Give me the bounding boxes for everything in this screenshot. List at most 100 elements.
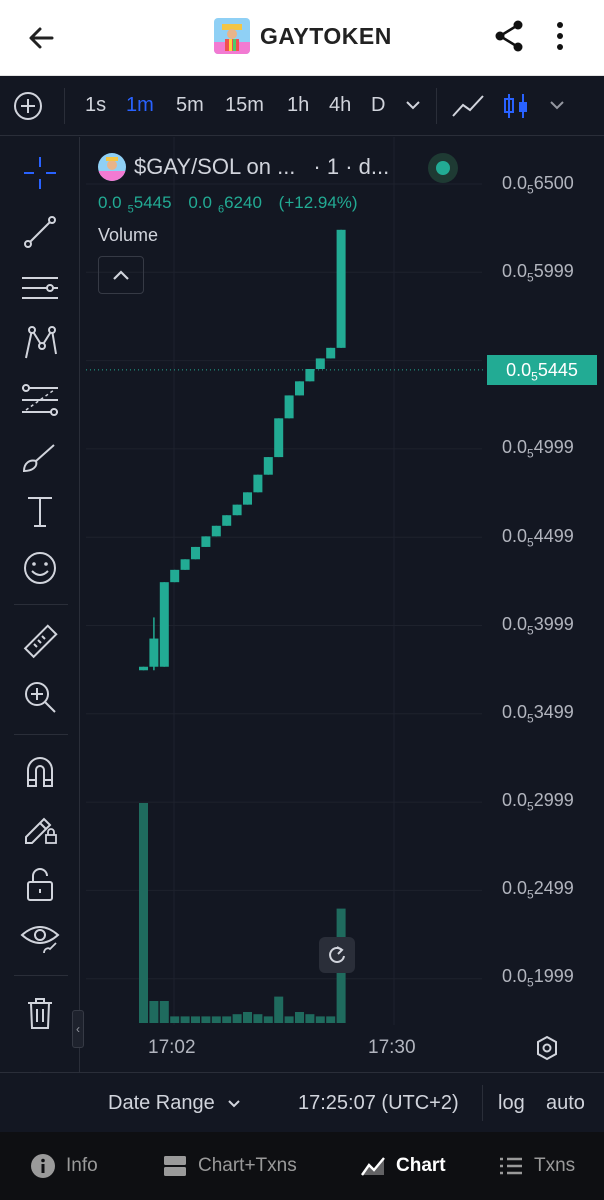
interval-1s[interactable]: 1s — [85, 94, 106, 117]
last-price: 0.0 55445 — [98, 193, 172, 216]
reset-chart-button[interactable] — [319, 937, 355, 973]
y-tick-label: 0.056500 — [502, 173, 574, 197]
chart-toolbar: 1s 1m 5m 15m 1h 4h D — [0, 76, 604, 136]
y-tick-label: 0.054499 — [502, 526, 574, 550]
candle — [211, 525, 221, 537]
y-tick-label: 0.053499 — [502, 702, 574, 726]
price-change: 0.0 66240 — [188, 193, 262, 216]
collapse-legend-button[interactable] — [98, 256, 144, 295]
arrow-left-icon[interactable] — [22, 18, 62, 58]
nav-txns[interactable]: Txns — [498, 1132, 575, 1200]
y-tick-label: 0.052499 — [502, 878, 574, 902]
y-tick-label: 0.052999 — [502, 790, 574, 814]
unlock-icon[interactable] — [20, 864, 60, 904]
horizontal-lines-icon[interactable] — [20, 268, 60, 308]
share-icon[interactable] — [490, 16, 530, 56]
change-percent: (+12.94%) — [278, 193, 358, 212]
x-tick-label: 17:30 — [368, 1037, 416, 1058]
volume-bar — [159, 1001, 169, 1023]
toolbar-divider — [436, 88, 437, 124]
price-chart[interactable]: $GAY/SOL on ... · 1 · d... 0.0 55445 0.0 6… — [86, 137, 604, 1072]
volume-bar — [139, 803, 148, 1023]
ruler-icon[interactable] — [20, 622, 60, 662]
candle — [139, 666, 148, 671]
volume-bar — [243, 1012, 252, 1023]
fib-retracement-icon[interactable] — [20, 380, 60, 420]
candle — [159, 582, 169, 667]
candle — [263, 457, 273, 475]
live-status-icon — [428, 153, 458, 183]
volume-bar — [211, 1016, 221, 1023]
token-logo-icon — [214, 18, 250, 54]
candle — [170, 569, 180, 583]
chevron-down-icon[interactable] — [546, 94, 568, 116]
candle — [222, 515, 232, 526]
chevron-up-icon — [113, 270, 129, 281]
timezone-clock[interactable]: 17:25:07 (UTC+2) — [298, 1092, 459, 1115]
volume-bar — [222, 1016, 232, 1023]
date-range-button[interactable]: Date Range — [108, 1092, 215, 1115]
ohlc-values: 0.0 55445 0.0 66240 (+12.94%) — [98, 193, 389, 215]
candle — [232, 504, 242, 516]
tools-divider — [14, 975, 68, 976]
more-vertical-icon[interactable] — [546, 16, 574, 56]
tools-divider — [14, 734, 68, 735]
nav-chart-txns[interactable]: Chart+Txns — [162, 1132, 297, 1200]
trash-icon[interactable] — [20, 993, 60, 1033]
y-tick-label: 0.051999 — [502, 966, 574, 990]
candle — [274, 418, 284, 458]
brush-icon[interactable] — [20, 437, 60, 477]
lock-drawing-icon[interactable] — [20, 807, 60, 847]
pair-name[interactable]: $GAY/SOL on ... — [134, 154, 295, 180]
chevron-down-icon[interactable] — [402, 94, 424, 116]
bottom-navigation: Info Chart+Txns Chart Txns — [0, 1132, 604, 1200]
reset-icon — [329, 946, 345, 963]
emoji-icon[interactable] — [20, 548, 60, 588]
trend-line-icon[interactable] — [20, 212, 60, 252]
legend-interval: · 1 · d... — [313, 154, 390, 179]
magnet-icon[interactable] — [20, 752, 60, 792]
eye-icon[interactable] — [20, 917, 60, 957]
token-avatar-icon — [98, 153, 126, 181]
auto-scale-toggle[interactable]: auto — [546, 1092, 585, 1115]
candle — [253, 474, 263, 493]
pattern-icon[interactable] — [20, 324, 60, 364]
interval-d[interactable]: D — [371, 94, 385, 117]
tools-divider — [14, 604, 68, 605]
page-title: GAYTOKEN — [260, 22, 392, 49]
volume-bar — [180, 1016, 190, 1023]
zoom-in-icon[interactable] — [20, 677, 60, 717]
volume-bar — [191, 1016, 200, 1023]
chevron-down-icon[interactable] — [226, 1095, 242, 1111]
current-price-tag: 0.055445 — [487, 355, 597, 385]
volume-bar — [253, 1014, 263, 1023]
line-chart-icon[interactable] — [450, 88, 486, 124]
interval-4h[interactable]: 4h — [329, 94, 351, 117]
volume-bar — [284, 1016, 294, 1023]
candle — [326, 347, 336, 359]
volume-bar — [170, 1016, 180, 1023]
drawing-toolbar — [0, 137, 80, 1100]
candles-icon[interactable] — [498, 88, 534, 124]
settings-icon[interactable] — [534, 1035, 560, 1061]
volume-bar — [263, 1016, 273, 1023]
volume-bar — [326, 1016, 336, 1023]
log-scale-toggle[interactable]: log — [498, 1092, 525, 1115]
y-tick-label: 0.053999 — [502, 614, 574, 638]
text-tool-icon[interactable] — [20, 492, 60, 532]
nav-info[interactable]: Info — [30, 1132, 98, 1200]
add-symbol-icon[interactable] — [12, 90, 44, 122]
nav-chart[interactable]: Chart — [360, 1132, 446, 1200]
collapse-toolbar-icon[interactable]: ‹ — [72, 1010, 84, 1048]
crosshair-icon[interactable] — [20, 153, 60, 193]
y-tick-label: 0.055999 — [502, 261, 574, 285]
interval-5m[interactable]: 5m — [176, 94, 204, 117]
interval-15m[interactable]: 15m — [225, 94, 264, 117]
interval-1h[interactable]: 1h — [287, 94, 309, 117]
interval-1m[interactable]: 1m — [126, 94, 154, 117]
volume-bar — [305, 1014, 315, 1023]
candle — [284, 395, 294, 419]
chart-icon — [361, 1157, 385, 1176]
volume-bar — [295, 1012, 304, 1023]
info-icon — [31, 1154, 55, 1178]
